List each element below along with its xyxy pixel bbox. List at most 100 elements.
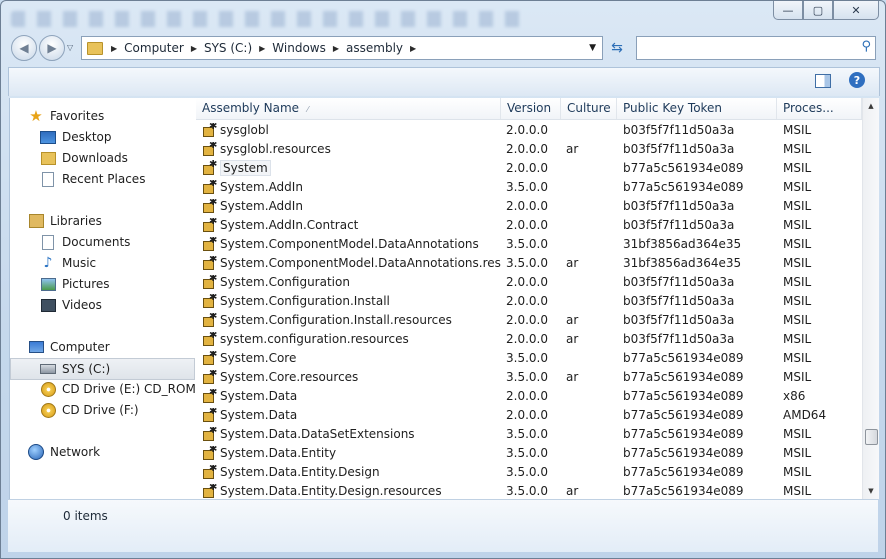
column-header-public-key-token[interactable]: Public Key Token <box>617 98 777 119</box>
nav-libraries[interactable]: Libraries <box>28 211 188 231</box>
address-dropdown-icon[interactable]: ▼ <box>589 43 596 53</box>
table-row[interactable]: System.AddIn 2.0.0.0 b03f5f7f11d50a3a MSIL <box>196 196 862 215</box>
cell-version: 3.5.0.0 <box>506 350 548 365</box>
nav-label: Computer <box>50 340 110 354</box>
refresh-icon: ⇆ <box>611 40 623 56</box>
back-button[interactable]: ◀ <box>11 35 37 61</box>
nav-item-sys-c[interactable]: SYS (C:) <box>10 358 195 380</box>
explorer-window: — ▢ ✕ ◀ ▶ ▽ ▶ Computer ▶ SYS (C:) ▶ Wind… <box>0 0 886 559</box>
cell-public-key-token: b03f5f7f11d50a3a <box>623 293 735 308</box>
table-row[interactable]: System.Data.Entity 3.5.0.0 b77a5c561934e08… <box>196 443 862 462</box>
cell-processor: MSIL <box>783 236 812 251</box>
table-row[interactable]: sysglobl 2.0.0.0 b03f5f7f11d50a3a MSIL <box>196 120 862 139</box>
cell-version: 2.0.0.0 <box>506 141 548 156</box>
table-row[interactable]: System.Core.resources 3.5.0.0 ar b77a5c5619… <box>196 367 862 386</box>
breadcrumb-computer[interactable]: Computer <box>119 41 189 55</box>
nav-item-cd-drive-f[interactable]: CD Drive (F:) <box>40 400 190 420</box>
chevron-right-icon[interactable]: ▶ <box>189 44 199 53</box>
pictures-icon <box>40 277 56 291</box>
table-row[interactable]: System.AddIn.Contract 2.0.0.0 b03f5f7f11d5… <box>196 215 862 234</box>
assembly-name-text: System.ComponentModel.DataAnnotations <box>220 236 479 251</box>
table-row[interactable]: System.Core 3.5.0.0 b77a5c561934e089 MSIL <box>196 348 862 367</box>
downloads-folder-icon <box>40 151 56 165</box>
refresh-button[interactable]: ⇆ <box>604 36 630 60</box>
cell-processor: MSIL <box>783 255 812 270</box>
column-header-label: Assembly Name <box>202 101 300 115</box>
assembly-name-text: System.Data.Entity.Design.resources <box>220 483 442 498</box>
assembly-name-text: System.Core.resources <box>220 369 359 384</box>
forward-button[interactable]: ▶ <box>39 35 65 61</box>
cell-version: 3.5.0.0 <box>506 445 548 460</box>
nav-item-cd-drive-e[interactable]: CD Drive (E:) CD_ROM <box>40 379 196 399</box>
table-row[interactable]: System.Configuration 2.0.0.0 b03f5f7f11d50… <box>196 272 862 291</box>
chevron-right-icon[interactable]: ▶ <box>257 44 267 53</box>
nav-item-recent-places[interactable]: Recent Places <box>40 169 190 189</box>
minimize-button[interactable]: — <box>773 1 803 20</box>
assembly-name-text: sysglobl <box>220 122 269 137</box>
breadcrumb-windows[interactable]: Windows <box>267 41 331 55</box>
cell-culture: ar <box>566 483 579 498</box>
assembly-name-text: System.Configuration <box>220 274 350 289</box>
table-row[interactable]: System 2.0.0.0 b77a5c561934e089 MSIL <box>196 158 862 177</box>
help-icon[interactable]: ? <box>849 72 865 88</box>
search-input[interactable]: ⚲ <box>636 36 876 60</box>
chevron-right-icon[interactable]: ▶ <box>408 44 418 53</box>
table-row[interactable]: System.AddIn 3.5.0.0 b77a5c561934e089 MSIL <box>196 177 862 196</box>
cell-assembly-name: sysglobl.resources <box>196 142 501 156</box>
scrollbar-thumb[interactable] <box>865 429 878 445</box>
chevron-right-icon[interactable]: ▶ <box>109 44 119 53</box>
breadcrumb-sys-c[interactable]: SYS (C:) <box>199 41 257 55</box>
preview-pane-icon[interactable] <box>815 74 831 88</box>
documents-icon <box>42 234 54 250</box>
chevron-right-icon[interactable]: ▶ <box>331 44 341 53</box>
assembly-icon <box>202 484 218 498</box>
table-row[interactable]: System.Data 2.0.0.0 b77a5c561934e089 AMD64 <box>196 405 862 424</box>
cell-public-key-token: b77a5c561934e089 <box>623 388 744 403</box>
breadcrumb-assembly[interactable]: assembly <box>341 41 408 55</box>
table-row[interactable]: sysglobl.resources 2.0.0.0 ar b03f5f7f11d50… <box>196 139 862 158</box>
cell-public-key-token: 31bf3856ad364e35 <box>623 236 742 251</box>
cell-public-key-token: b03f5f7f11d50a3a <box>623 198 735 213</box>
scroll-up-arrow-icon[interactable]: ▲ <box>863 98 879 114</box>
vertical-scrollbar[interactable]: ▲ ▼ <box>862 98 879 499</box>
blurred-toolbar <box>11 11 531 27</box>
videos-icon <box>40 298 56 312</box>
maximize-button[interactable]: ▢ <box>803 1 833 20</box>
table-row[interactable]: System.Configuration.Install.resources 2.… <box>196 310 862 329</box>
nav-item-videos[interactable]: Videos <box>40 295 190 315</box>
column-header-culture[interactable]: Culture <box>561 98 617 119</box>
table-row[interactable]: system.configuration.resources 2.0.0.0 ar b… <box>196 329 862 348</box>
assembly-icon <box>202 408 218 422</box>
nav-item-downloads[interactable]: Downloads <box>40 148 190 168</box>
recent-pages-chevron-icon[interactable]: ▽ <box>67 43 73 52</box>
table-row[interactable]: System.Data.DataSetExtensions 3.5.0.0 b77a… <box>196 424 862 443</box>
search-icon[interactable]: ⚲ <box>861 39 871 54</box>
table-row[interactable]: System.ComponentModel.DataAnnotations 3.5… <box>196 234 862 253</box>
cell-assembly-name: System.Data.Entity.Design <box>196 465 501 479</box>
nav-computer[interactable]: Computer <box>28 337 188 357</box>
nav-item-music[interactable]: ♪ Music <box>40 253 190 273</box>
column-header-assembly-name[interactable]: Assembly Name ⁄ <box>196 98 501 119</box>
cell-public-key-token: b77a5c561934e089 <box>623 407 744 422</box>
close-button[interactable]: ✕ <box>833 1 879 20</box>
scroll-down-arrow-icon[interactable]: ▼ <box>863 483 879 499</box>
navigation-pane: ★ Favorites Desktop Downloads Recent Plac… <box>9 98 196 499</box>
table-row[interactable]: System.Data.Entity.Design.resources 3.5.0… <box>196 481 862 500</box>
table-row[interactable]: System.Configuration.Install 2.0.0.0 b03f5… <box>196 291 862 310</box>
nav-item-pictures[interactable]: Pictures <box>40 274 190 294</box>
nav-item-documents[interactable]: Documents <box>40 232 190 252</box>
table-row[interactable]: System.Data 2.0.0.0 b77a5c561934e089 x86 <box>196 386 862 405</box>
nav-item-desktop[interactable]: Desktop <box>40 127 190 147</box>
cell-version: 2.0.0.0 <box>506 217 548 232</box>
nav-label: Downloads <box>62 151 128 165</box>
nav-network[interactable]: Network <box>28 442 188 462</box>
table-row[interactable]: System.ComponentModel.DataAnnotations.re… <box>196 253 862 272</box>
table-row[interactable]: System.Data.Entity.Design 3.5.0.0 b77a5c56… <box>196 462 862 481</box>
assembly-name-text: System.Data.Entity <box>220 445 337 460</box>
column-header-version[interactable]: Version <box>501 98 561 119</box>
cell-assembly-name: System.AddIn.Contract <box>196 218 501 232</box>
column-header-processor[interactable]: Proces... <box>777 98 862 119</box>
nav-favorites[interactable]: ★ Favorites <box>28 106 188 126</box>
nav-label: Videos <box>62 298 102 312</box>
address-bar[interactable]: ▶ Computer ▶ SYS (C:) ▶ Windows ▶ assemb… <box>81 36 603 60</box>
